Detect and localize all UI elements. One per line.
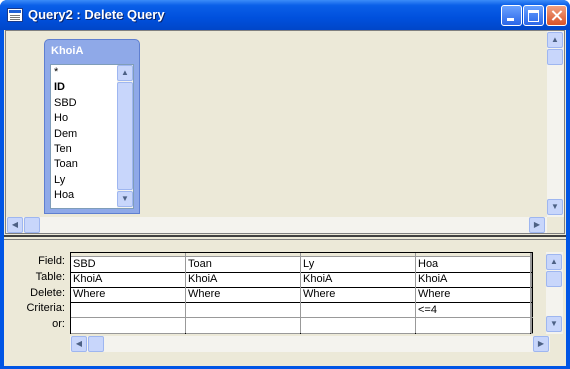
table-pane-vscroll[interactable]: ▲ ▼: [547, 31, 564, 217]
grid-cell-field[interactable]: SBD: [71, 257, 185, 273]
grid-cell-or[interactable]: [301, 318, 415, 334]
grid-cell-field[interactable]: Toan: [186, 257, 300, 273]
maximize-button[interactable]: [523, 5, 544, 26]
grid-row-label: Table:: [35, 270, 65, 283]
grid-cell-or[interactable]: [416, 318, 530, 334]
query-window: Query2 : Delete Query KhoiA * ID SBD Ho Dem T…: [0, 0, 570, 369]
table-pane[interactable]: KhoiA * ID SBD Ho Dem Ten Toan Ly Hoa ▲ ▼ ▲ ▼ ◀: [5, 30, 565, 234]
scroll-down-arrow-icon[interactable]: ▼: [547, 199, 563, 215]
table-field-list[interactable]: KhoiA * ID SBD Ho Dem Ten Toan Ly Hoa ▲ ▼: [44, 39, 140, 214]
grid-column[interactable]: Toan KhoiA Where: [186, 253, 301, 334]
grid-cell-criteria[interactable]: [186, 303, 300, 319]
grid-cell-delete[interactable]: Where: [416, 287, 530, 304]
grid-cell-delete[interactable]: Where: [71, 287, 185, 304]
grid-cell-table[interactable]: [531, 272, 533, 288]
close-button[interactable]: [546, 5, 567, 26]
grid-vscroll[interactable]: ▲ ▼: [546, 252, 563, 334]
scroll-up-arrow-icon[interactable]: ▲: [117, 65, 133, 81]
grid-column[interactable]: [531, 253, 533, 334]
grid-row-label: Criteria:: [26, 302, 65, 315]
scroll-down-arrow-icon[interactable]: ▼: [546, 316, 562, 332]
field-list-body[interactable]: * ID SBD Ho Dem Ten Toan Ly Hoa ▲ ▼: [50, 64, 134, 209]
scroll-right-arrow-icon[interactable]: ▶: [529, 217, 545, 233]
grid-cell-table[interactable]: KhoiA: [416, 272, 530, 288]
grid-cell-or[interactable]: [531, 318, 533, 334]
grid-row-labels: Field: Table: Delete: Criteria: or:: [5, 254, 69, 333]
grid-cell-field[interactable]: Ly: [301, 257, 415, 273]
grid-cell-criteria[interactable]: [531, 303, 533, 319]
grid-column[interactable]: Ly KhoiA Where: [301, 253, 416, 334]
grid-cell-criteria[interactable]: [71, 303, 185, 319]
query-design-area: KhoiA * ID SBD Ho Dem Ten Toan Ly Hoa ▲ ▼ ▲ ▼ ◀: [4, 30, 566, 366]
pane-splitter[interactable]: [4, 235, 566, 240]
scroll-up-arrow-icon[interactable]: ▲: [547, 32, 563, 48]
scroll-thumb[interactable]: [117, 82, 133, 190]
design-grid-pane[interactable]: Field: Table: Delete: Criteria: or: SBD KhoiA…: [5, 242, 565, 364]
grid-row-label: Field:: [38, 255, 65, 267]
scroll-thumb[interactable]: [546, 271, 562, 287]
scroll-down-arrow-icon[interactable]: ▼: [117, 191, 133, 207]
grid-hscroll[interactable]: ◀ ▶: [70, 336, 550, 352]
design-grid[interactable]: SBD KhoiA Where Toan KhoiA Where Ly KhoiA Where H…: [70, 252, 533, 334]
grid-cell-field[interactable]: Hoa: [416, 257, 530, 273]
grid-cell-table[interactable]: KhoiA: [301, 272, 415, 288]
grid-cell-table[interactable]: KhoiA: [186, 272, 300, 288]
scroll-thumb[interactable]: [547, 49, 563, 65]
window-title: Query2 : Delete Query: [28, 7, 165, 22]
query-window-icon[interactable]: [7, 8, 23, 22]
minimize-button[interactable]: [501, 5, 522, 26]
scroll-thumb[interactable]: [88, 336, 104, 352]
scroll-up-arrow-icon[interactable]: ▲: [546, 254, 562, 270]
grid-cell-delete[interactable]: Where: [301, 287, 415, 304]
grid-cell-criteria[interactable]: [301, 303, 415, 319]
grid-cell-field[interactable]: [531, 257, 533, 273]
table-pane-hscroll[interactable]: ◀ ▶: [6, 217, 547, 233]
grid-cell-table[interactable]: KhoiA: [71, 272, 185, 288]
grid-column[interactable]: Hoa KhoiA Where <=4: [416, 253, 531, 334]
grid-row-label: Delete:: [30, 286, 65, 299]
table-name[interactable]: KhoiA: [45, 40, 139, 62]
grid-cell-delete[interactable]: Where: [186, 287, 300, 304]
grid-cell-delete[interactable]: [531, 287, 533, 304]
grid-column[interactable]: SBD KhoiA Where: [71, 253, 186, 334]
scroll-right-arrow-icon[interactable]: ▶: [533, 336, 549, 352]
title-bar[interactable]: Query2 : Delete Query: [0, 0, 570, 30]
scroll-left-arrow-icon[interactable]: ◀: [71, 336, 87, 352]
grid-cell-criteria[interactable]: <=4: [416, 303, 530, 319]
grid-cell-or[interactable]: [186, 318, 300, 334]
grid-row-label: or:: [52, 318, 65, 331]
scroll-left-arrow-icon[interactable]: ◀: [7, 217, 23, 233]
field-list-scrollbar[interactable]: ▲ ▼: [117, 65, 133, 208]
grid-cell-or[interactable]: [71, 318, 185, 334]
scroll-thumb[interactable]: [24, 217, 40, 233]
